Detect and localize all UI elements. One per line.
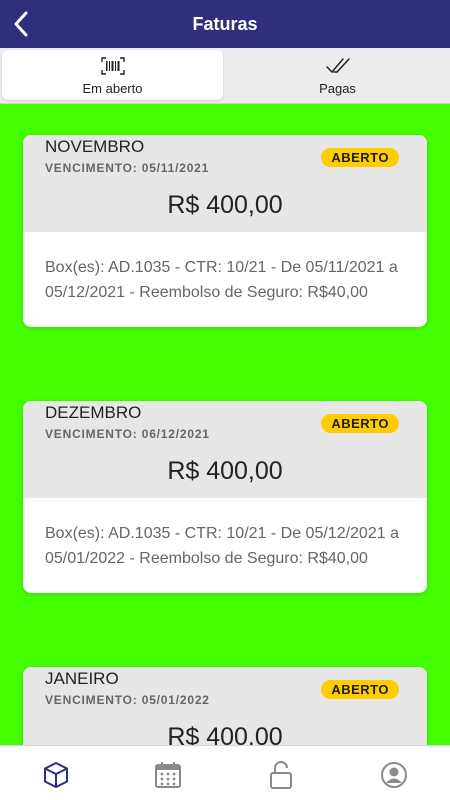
app-header: Faturas	[0, 0, 450, 48]
invoice-card[interactable]: NOVEMBRO VENCIMENTO: 05/11/2021 ABERTO R…	[23, 135, 427, 327]
invoice-month: DEZEMBRO	[45, 403, 142, 422]
invoice-due-date: VENCIMENTO: 05/11/2021	[45, 161, 210, 175]
invoice-card-header: NOVEMBRO VENCIMENTO: 05/11/2021 ABERTO R…	[23, 135, 427, 232]
bottom-navigation	[0, 745, 450, 800]
invoice-card-header: JANEIRO VENCIMENTO: 05/01/2022 ABERTO R$…	[23, 667, 427, 745]
tab-open-invoices[interactable]: Em aberto	[2, 50, 223, 100]
nav-profile[interactable]	[379, 760, 409, 790]
invoice-month: NOVEMBRO	[45, 137, 145, 156]
unlock-icon	[270, 761, 292, 789]
tab-bar: Em aberto Pagas	[0, 48, 450, 104]
tab-paid-invoices[interactable]: Pagas	[227, 50, 448, 100]
tab-label: Em aberto	[82, 81, 143, 96]
nav-calendar[interactable]	[153, 760, 183, 790]
invoice-list: NOVEMBRO VENCIMENTO: 05/11/2021 ABERTO R…	[0, 105, 450, 745]
barcode-icon	[100, 55, 125, 77]
nav-boxes[interactable]	[41, 760, 71, 790]
user-icon	[381, 762, 407, 788]
status-badge: ABERTO	[321, 414, 399, 433]
status-badge: ABERTO	[321, 148, 399, 167]
invoice-due-date: VENCIMENTO: 05/01/2022	[45, 693, 210, 707]
nav-access[interactable]	[266, 760, 296, 790]
status-badge: ABERTO	[321, 680, 399, 699]
invoice-card[interactable]: DEZEMBRO VENCIMENTO: 06/12/2021 ABERTO R…	[23, 401, 427, 593]
invoice-month: JANEIRO	[45, 669, 119, 688]
invoice-description: Box(es): AD.1035 - CTR: 10/21 - De 05/12…	[45, 525, 399, 567]
page-title: Faturas	[192, 13, 258, 34]
invoice-amount: R$ 400,00	[167, 191, 283, 219]
invoice-due-date: VENCIMENTO: 06/12/2021	[45, 427, 210, 441]
invoice-amount: R$ 400,00	[167, 723, 283, 745]
invoice-amount: R$ 400,00	[167, 457, 283, 485]
invoice-card-header: DEZEMBRO VENCIMENTO: 06/12/2021 ABERTO R…	[23, 401, 427, 498]
calendar-icon	[155, 762, 181, 788]
tab-label: Pagas	[319, 81, 356, 96]
back-button[interactable]	[6, 8, 36, 40]
invoice-card[interactable]: JANEIRO VENCIMENTO: 05/01/2022 ABERTO R$…	[23, 667, 427, 745]
double-check-icon	[325, 55, 351, 77]
chevron-left-icon	[14, 11, 28, 37]
box-icon	[44, 762, 68, 788]
invoice-description: Box(es): AD.1035 - CTR: 10/21 - De 05/11…	[45, 259, 398, 301]
